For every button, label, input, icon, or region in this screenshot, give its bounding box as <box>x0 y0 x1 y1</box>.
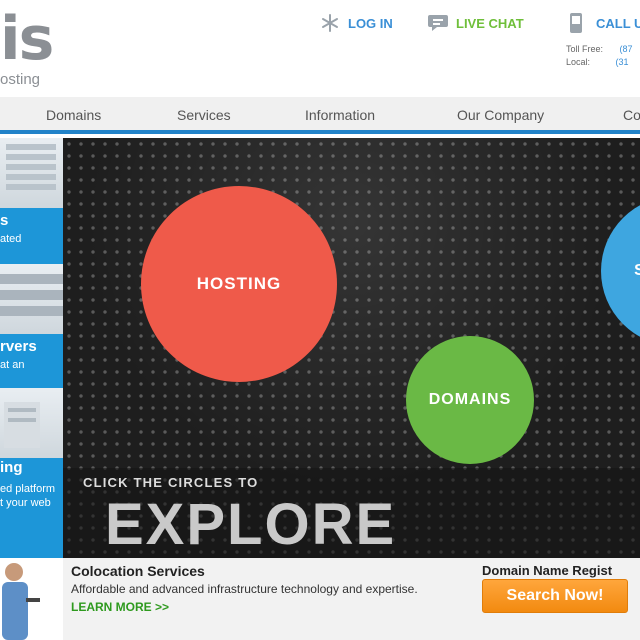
chat-bubble-icon <box>428 12 448 34</box>
rail-card-2-text: at an <box>0 359 25 371</box>
rail-card-3-text-1: ed platform <box>0 483 56 495</box>
hosting-circle[interactable]: HOSTING <box>141 186 337 382</box>
person-photo <box>0 558 63 640</box>
rail-card-2[interactable]: rvers at an <box>0 334 63 388</box>
learn-more-link[interactable]: LEARN MORE >> <box>71 600 169 614</box>
main-nav: Domains Services Information Our Company… <box>0 97 640 134</box>
nav-item-information[interactable]: Information <box>305 107 375 123</box>
promo-strip: Colocation Services Affordable and advan… <box>0 558 640 640</box>
nav-item-contact[interactable]: Co <box>623 107 640 123</box>
rail-image-cloud <box>0 388 63 458</box>
rail-card-1[interactable]: s ated <box>0 208 63 264</box>
rail-card-3[interactable]: ing ed platform t your web <box>0 458 63 558</box>
hero-instruction: CLICK THE CIRCLES TO <box>83 475 259 490</box>
domains-circle[interactable]: DOMAINS <box>406 336 534 464</box>
phone-icon <box>568 12 588 34</box>
login-link[interactable]: LOG IN <box>320 12 393 34</box>
rail-image-servers <box>0 138 63 208</box>
domain-registration-title: Domain Name Regist <box>482 563 613 578</box>
domains-circle-label: DOMAINS <box>428 391 512 408</box>
asterisk-icon <box>320 12 340 34</box>
colocation-title: Colocation Services <box>71 563 205 579</box>
rail-card-3-text-2: t your web <box>0 497 51 509</box>
nav-item-our-company[interactable]: Our Company <box>457 107 544 123</box>
login-label: LOG IN <box>348 15 393 31</box>
rail-card-3-title: ing <box>0 459 23 476</box>
hero-banner: HOSTING DOMAINS S CLICK THE CIRCLES TO E… <box>63 138 640 558</box>
nav-item-services[interactable]: Services <box>177 107 231 123</box>
logo-tagline: osting <box>0 71 41 88</box>
tollfree-label: Toll Free: <box>566 44 604 54</box>
call-us-link[interactable]: CALL US <box>568 12 640 34</box>
services-circle[interactable]: S <box>601 196 640 346</box>
tollfree-row: Toll Free: (87 <box>566 43 633 56</box>
local-number[interactable]: (31 <box>616 57 629 67</box>
left-feature-rail: s ated rvers at an ing ed platform t you… <box>0 138 63 558</box>
local-row: Local: (31 <box>566 56 633 69</box>
live-chat-label: LIVE CHAT <box>456 15 524 31</box>
tollfree-number[interactable]: (87 <box>620 44 633 54</box>
hosting-circle-label: HOSTING <box>196 274 282 293</box>
rail-card-1-text: ated <box>0 233 22 245</box>
nav-item-domains[interactable]: Domains <box>46 107 101 123</box>
local-label: Local: <box>566 57 591 67</box>
search-now-button[interactable]: Search Now! <box>482 579 628 613</box>
site-header: is osting LOG IN LIVE CHAT CALL U Toll F… <box>0 0 640 97</box>
logo[interactable]: is <box>0 4 54 74</box>
rail-card-1-title: s <box>0 212 9 229</box>
contact-numbers: Toll Free: (87 Local: (31 <box>566 43 633 69</box>
services-circle-label: S <box>634 262 640 280</box>
rail-card-2-title: rvers <box>0 338 37 355</box>
rail-image-rack <box>0 264 63 334</box>
call-us-label: CALL US <box>596 15 640 31</box>
colocation-description: Affordable and advanced infrastructure t… <box>71 582 418 596</box>
hero-headline: EXPLORE <box>105 492 397 557</box>
live-chat-link[interactable]: LIVE CHAT <box>428 12 524 34</box>
